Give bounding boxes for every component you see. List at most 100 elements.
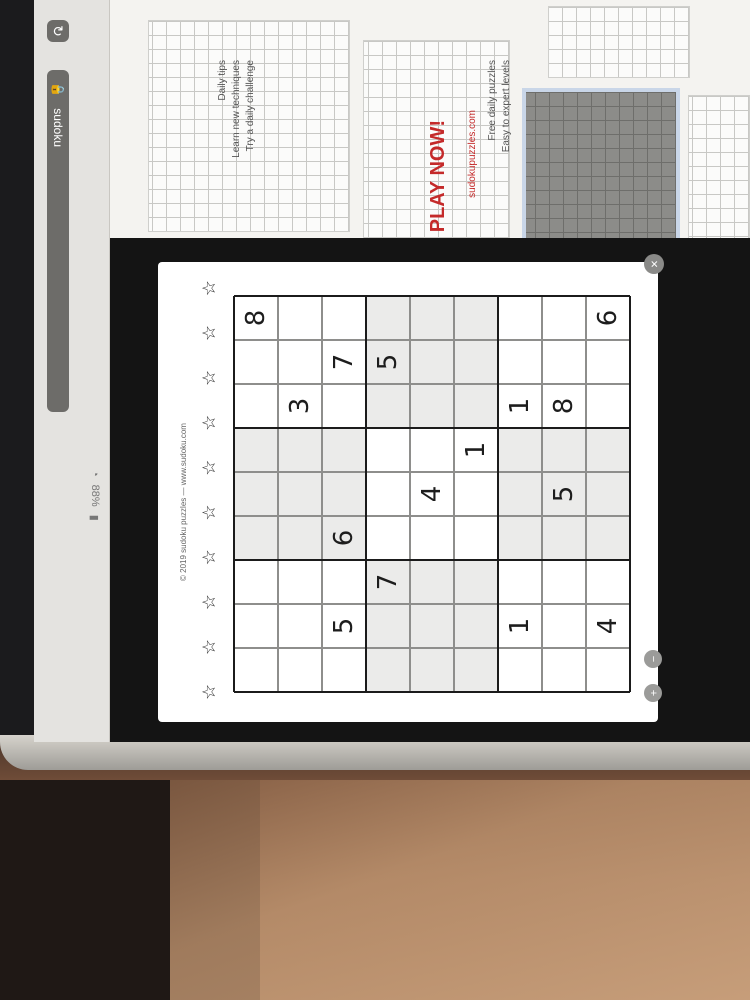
sudoku-cell[interactable]	[322, 428, 366, 472]
sudoku-cell[interactable]: 7	[322, 340, 366, 384]
box-divider	[233, 296, 235, 692]
sudoku-cell[interactable]	[278, 604, 322, 648]
sudoku-cell[interactable]	[454, 384, 498, 428]
sudoku-cell[interactable]	[322, 384, 366, 428]
sudoku-cell[interactable]: 1	[498, 604, 542, 648]
sudoku-cell[interactable]	[366, 296, 410, 340]
close-icon[interactable]: ×	[644, 254, 664, 274]
star-icon: ☆	[199, 459, 219, 476]
sudoku-cell[interactable]: 1	[454, 428, 498, 472]
browser-toolbar: ↻ 🔒 sudoku ◔ 88% ▮	[34, 0, 110, 742]
sudoku-cell[interactable]	[234, 472, 278, 516]
sudoku-cell[interactable]: 3	[278, 384, 322, 428]
sudoku-cell[interactable]	[410, 648, 454, 692]
sudoku-cell[interactable]	[454, 516, 498, 560]
sudoku-cell[interactable]	[542, 428, 586, 472]
sudoku-cell[interactable]	[322, 648, 366, 692]
sudoku-cell[interactable]	[278, 516, 322, 560]
sudoku-cell[interactable]: 8	[542, 384, 586, 428]
sudoku-cell[interactable]: 4	[586, 604, 630, 648]
sudoku-cell[interactable]	[454, 604, 498, 648]
sudoku-cell[interactable]	[498, 340, 542, 384]
sudoku-cell[interactable]	[322, 560, 366, 604]
sudoku-cell[interactable]: 5	[542, 472, 586, 516]
sudoku-cell[interactable]	[278, 296, 322, 340]
sudoku-cell[interactable]: 8	[234, 296, 278, 340]
zoom-controls: − +	[644, 650, 662, 702]
sudoku-cell[interactable]	[586, 384, 630, 428]
promo-title[interactable]: PLAY NOW!	[427, 120, 450, 232]
sudoku-cell[interactable]	[278, 560, 322, 604]
sudoku-cell[interactable]: 6	[586, 296, 630, 340]
sudoku-cell[interactable]	[454, 648, 498, 692]
sudoku-cell[interactable]	[234, 560, 278, 604]
sudoku-cell[interactable]	[366, 384, 410, 428]
sudoku-cell[interactable]	[586, 472, 630, 516]
sudoku-cell[interactable]	[366, 604, 410, 648]
sudoku-cell[interactable]	[278, 428, 322, 472]
sudoku-cell[interactable]	[234, 340, 278, 384]
sudoku-cell[interactable]	[410, 340, 454, 384]
sudoku-cell[interactable]	[542, 604, 586, 648]
sudoku-cell[interactable]	[542, 296, 586, 340]
sudoku-cell[interactable]	[410, 296, 454, 340]
thumbnail-puzzle-5[interactable]	[688, 95, 750, 247]
sudoku-cell[interactable]	[498, 648, 542, 692]
address-bar[interactable]: 🔒 sudoku	[47, 70, 69, 412]
zoom-in-button[interactable]: +	[644, 684, 662, 702]
sudoku-cell[interactable]	[322, 296, 366, 340]
sudoku-cell[interactable]	[278, 340, 322, 384]
sudoku-cell[interactable]	[498, 472, 542, 516]
sudoku-cell[interactable]	[454, 472, 498, 516]
star-icon: ☆	[199, 280, 219, 297]
sudoku-cell[interactable]	[542, 560, 586, 604]
sudoku-cell[interactable]	[586, 340, 630, 384]
sudoku-cell[interactable]	[410, 516, 454, 560]
sudoku-cell[interactable]: 5	[366, 340, 410, 384]
sudoku-cell[interactable]	[410, 604, 454, 648]
promo-site[interactable]: sudokupuzzles.com	[466, 110, 480, 198]
sudoku-cell[interactable]: 4	[410, 472, 454, 516]
sudoku-cell[interactable]	[366, 648, 410, 692]
sudoku-cell[interactable]: 7	[366, 560, 410, 604]
sudoku-cell[interactable]	[234, 648, 278, 692]
sudoku-cell[interactable]	[366, 516, 410, 560]
sudoku-cell[interactable]	[278, 648, 322, 692]
sudoku-cell[interactable]	[322, 472, 366, 516]
sudoku-cell[interactable]	[542, 516, 586, 560]
thumbnail-puzzle-4[interactable]	[548, 6, 690, 78]
sudoku-cell[interactable]	[542, 340, 586, 384]
sudoku-cell[interactable]	[234, 428, 278, 472]
sudoku-cell[interactable]	[366, 428, 410, 472]
sudoku-cell[interactable]: 1	[498, 384, 542, 428]
sudoku-cell[interactable]	[586, 428, 630, 472]
star-icon: ☆	[199, 324, 219, 342]
sudoku-cell[interactable]	[586, 516, 630, 560]
sudoku-cell[interactable]	[454, 296, 498, 340]
zoom-out-button[interactable]: −	[644, 650, 662, 668]
sudoku-cell[interactable]	[410, 428, 454, 472]
sudoku-cell[interactable]	[454, 560, 498, 604]
sudoku-cell[interactable]	[498, 560, 542, 604]
sudoku-cell[interactable]	[586, 560, 630, 604]
sudoku-cell[interactable]	[234, 384, 278, 428]
tips-line-1: Learn new techniques	[231, 60, 242, 158]
sudoku-cell[interactable]: 6	[322, 516, 366, 560]
sudoku-cell[interactable]	[366, 472, 410, 516]
sudoku-cell[interactable]: 5	[322, 604, 366, 648]
rotated-page: PLAY NOW! sudokupuzzles.com Free daily p…	[34, 0, 750, 742]
sudoku-cell[interactable]	[498, 428, 542, 472]
tips-title: Daily tips	[217, 60, 228, 101]
sudoku-cell[interactable]	[234, 604, 278, 648]
sudoku-cell[interactable]	[542, 648, 586, 692]
sudoku-cell[interactable]	[234, 516, 278, 560]
sudoku-cell[interactable]	[278, 472, 322, 516]
reload-icon[interactable]: ↻	[47, 20, 69, 42]
sudoku-cell[interactable]	[586, 648, 630, 692]
sudoku-cell[interactable]	[454, 340, 498, 384]
difficulty-stars: ☆ ☆ ☆ ☆ ☆ ☆ ☆ ☆ ☆ ☆	[199, 280, 220, 700]
sudoku-cell[interactable]	[410, 384, 454, 428]
sudoku-cell[interactable]	[410, 560, 454, 604]
sudoku-cell[interactable]	[498, 296, 542, 340]
sudoku-cell[interactable]	[498, 516, 542, 560]
